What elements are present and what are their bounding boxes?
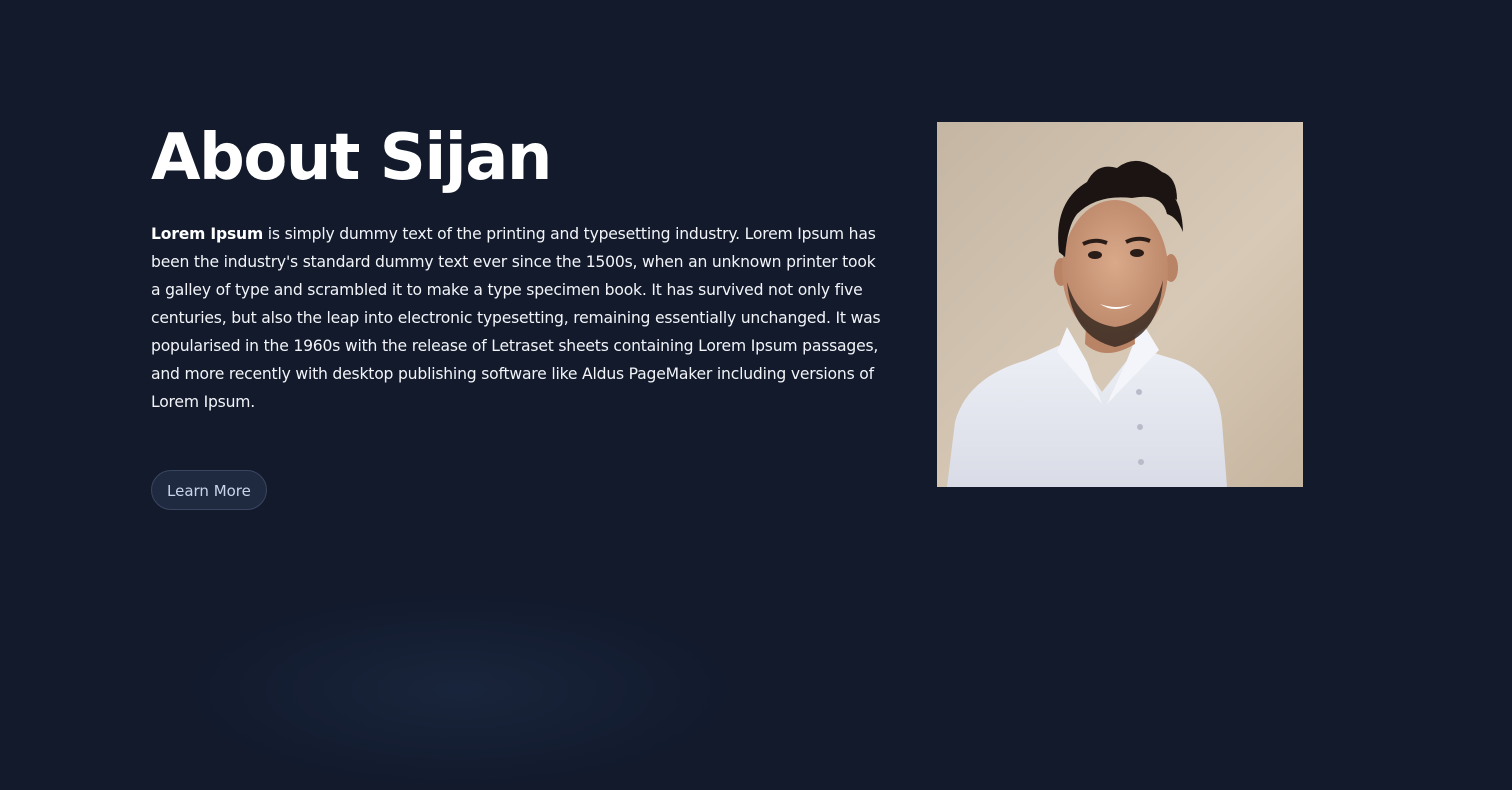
- about-description-text: is simply dummy text of the printing and…: [151, 225, 881, 411]
- learn-more-button[interactable]: Learn More: [151, 470, 267, 510]
- about-title: About Sijan: [151, 121, 552, 195]
- about-section: About Sijan Lorem Ipsum is simply dummy …: [0, 0, 1512, 673]
- about-text-column: About Sijan Lorem Ipsum is simply dummy …: [151, 118, 886, 416]
- profile-photo: [937, 122, 1303, 487]
- about-description: Lorem Ipsum is simply dummy text of the …: [151, 220, 886, 416]
- about-description-bold: Lorem Ipsum: [151, 225, 263, 243]
